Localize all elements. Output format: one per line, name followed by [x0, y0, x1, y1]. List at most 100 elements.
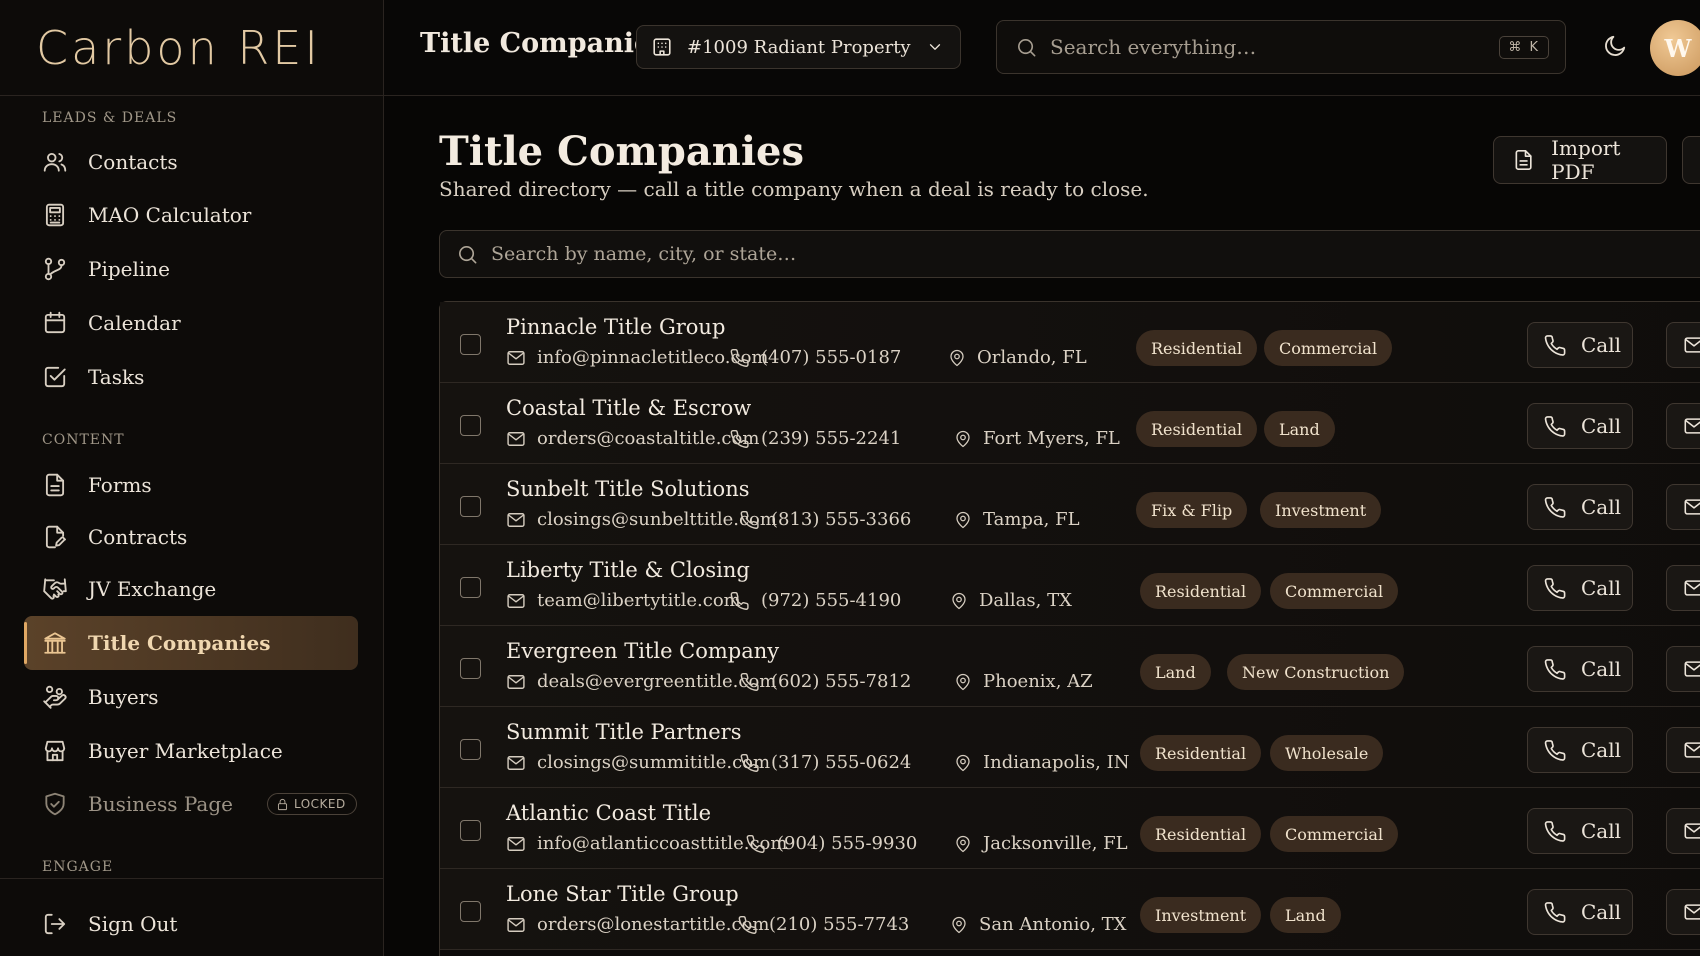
call-button[interactable]: Call — [1527, 403, 1633, 449]
row-checkbox[interactable] — [460, 334, 481, 355]
sidebar-item-contacts[interactable]: Contacts — [24, 137, 358, 187]
sidebar-item-buyer-marketplace[interactable]: Buyer Marketplace — [24, 726, 358, 776]
call-button[interactable]: Call — [1527, 484, 1633, 530]
app-logo[interactable]: Carbon REI — [36, 21, 321, 75]
import-pdf-button[interactable]: Import PDF — [1493, 136, 1667, 184]
email-button[interactable] — [1666, 403, 1700, 449]
phone-text: (210) 555-7743 — [769, 914, 910, 935]
company-email[interactable]: closings@sunbelttitle.com — [506, 509, 777, 530]
phone-icon — [1544, 658, 1566, 680]
mail-icon — [507, 431, 525, 446]
call-button[interactable]: Call — [1527, 889, 1633, 935]
global-search-placeholder: Search everything… — [1050, 35, 1257, 59]
avatar[interactable]: W — [1650, 20, 1700, 76]
email-button[interactable] — [1666, 565, 1700, 611]
call-button-label: Call — [1581, 414, 1622, 438]
company-phone[interactable]: (239) 555-2241 — [730, 428, 901, 449]
mail-icon — [507, 917, 525, 932]
phone-icon — [738, 915, 757, 934]
sidebar-item-label: Tasks — [88, 365, 145, 389]
section-label-engage: ENGAGE — [42, 859, 114, 875]
table-row: Coastal Title & Escrow orders@coastaltit… — [440, 383, 1700, 464]
mail-icon — [1684, 499, 1700, 515]
theme-toggle-button[interactable] — [1602, 33, 1628, 59]
row-checkbox[interactable] — [460, 496, 481, 517]
row-checkbox[interactable] — [460, 901, 481, 922]
sidebar-item-mao-calculator[interactable]: MAO Calculator — [24, 190, 358, 240]
row-checkbox[interactable] — [460, 658, 481, 679]
sidebar-item-forms[interactable]: Forms — [24, 460, 358, 510]
sidebar-item-pipeline[interactable]: Pipeline — [24, 244, 358, 294]
git-branch-icon — [44, 257, 66, 281]
directory-search-input[interactable]: Search by name, city, or state… — [439, 230, 1700, 278]
row-checkbox[interactable] — [460, 820, 481, 841]
company-phone[interactable]: (813) 555-3366 — [740, 509, 911, 530]
section-label-leads: LEADS & DEALS — [42, 110, 178, 126]
row-checkbox[interactable] — [460, 577, 481, 598]
sidebar-item-buyers[interactable]: Buyers — [24, 672, 358, 722]
email-button[interactable] — [1666, 889, 1700, 935]
mail-icon — [1684, 580, 1700, 596]
checkbox-icon — [44, 366, 66, 388]
row-checkbox[interactable] — [460, 739, 481, 760]
company-phone[interactable]: (904) 555-9930 — [746, 833, 917, 854]
sidebar-item-jv-exchange[interactable]: JV Exchange — [24, 564, 358, 614]
email-button[interactable] — [1666, 646, 1700, 692]
email-button[interactable] — [1666, 322, 1700, 368]
sidebar-item-label: Calendar — [88, 311, 181, 335]
email-text: orders@lonestartitle.com — [537, 914, 770, 935]
company-location: Fort Myers, FL — [954, 428, 1120, 449]
email-button[interactable] — [1666, 727, 1700, 773]
phone-icon — [730, 429, 749, 448]
call-button[interactable]: Call — [1527, 322, 1633, 368]
sidebar-item-tasks[interactable]: Tasks — [24, 352, 358, 402]
phone-icon — [1544, 496, 1566, 518]
call-button[interactable]: Call — [1527, 565, 1633, 611]
company-email[interactable]: orders@lonestartitle.com — [506, 914, 769, 935]
sidebar-item-label: Sign Out — [88, 912, 178, 936]
location-text: Tampa, FL — [983, 509, 1080, 530]
company-name: Sunbelt Title Solutions — [506, 477, 750, 501]
property-select[interactable]: #1009 Radiant Property S… — [636, 25, 961, 69]
category-tag: Commercial — [1270, 816, 1399, 852]
sidebar-item-label: Buyers — [88, 685, 159, 709]
call-button[interactable]: Call — [1527, 808, 1633, 854]
company-phone[interactable]: (407) 555-0187 — [730, 347, 901, 368]
sidebar-item-business-page[interactable]: Business Page LOCKED — [24, 779, 358, 829]
company-phone[interactable]: (972) 555-4190 — [730, 590, 901, 611]
table-row: Lone Star Title Group orders@lonestartit… — [440, 869, 1700, 950]
company-email[interactable]: team@libertytitle.com — [506, 590, 741, 611]
sidebar-item-title-companies[interactable]: Title Companies — [24, 616, 358, 670]
phone-icon — [1544, 415, 1566, 437]
email-button[interactable] — [1666, 484, 1700, 530]
mail-icon — [507, 674, 525, 689]
phone-icon — [740, 510, 759, 529]
company-location: Jacksonville, FL — [954, 833, 1128, 854]
sidebar-item-contracts[interactable]: Contracts — [24, 512, 358, 562]
map-pin-icon — [952, 916, 966, 933]
log-out-icon — [44, 913, 66, 935]
locked-badge-label: LOCKED — [293, 797, 346, 811]
company-email[interactable]: closings@summititle.com — [506, 752, 770, 773]
company-phone[interactable]: (210) 555-7743 — [738, 914, 909, 935]
company-phone[interactable]: (602) 555-7812 — [740, 671, 911, 692]
map-pin-icon — [952, 592, 966, 609]
call-button[interactable]: Call — [1527, 727, 1633, 773]
global-search-input[interactable]: Search everything… ⌘ K — [996, 20, 1566, 74]
company-phone[interactable]: (317) 555-0624 — [740, 752, 911, 773]
map-pin-icon — [956, 754, 970, 771]
page-title: Title Companies — [439, 128, 804, 175]
company-email[interactable]: deals@evergreentitle.com — [506, 671, 776, 692]
company-location: Phoenix, AZ — [954, 671, 1093, 692]
call-button[interactable]: Call — [1527, 646, 1633, 692]
sidebar-item-label: Contacts — [88, 150, 178, 174]
secondary-action-button[interactable] — [1682, 136, 1700, 184]
sidebar-item-sign-out[interactable]: Sign Out — [24, 899, 358, 949]
email-button[interactable] — [1666, 808, 1700, 854]
mail-icon — [1684, 904, 1700, 920]
row-checkbox[interactable] — [460, 415, 481, 436]
sidebar-item-calendar[interactable]: Calendar — [24, 298, 358, 348]
directory-search-placeholder: Search by name, city, or state… — [491, 243, 797, 265]
table-row: Sunbelt Title Solutions closings@sunbelt… — [440, 464, 1700, 545]
company-email[interactable]: orders@coastaltitle.com — [506, 428, 759, 449]
